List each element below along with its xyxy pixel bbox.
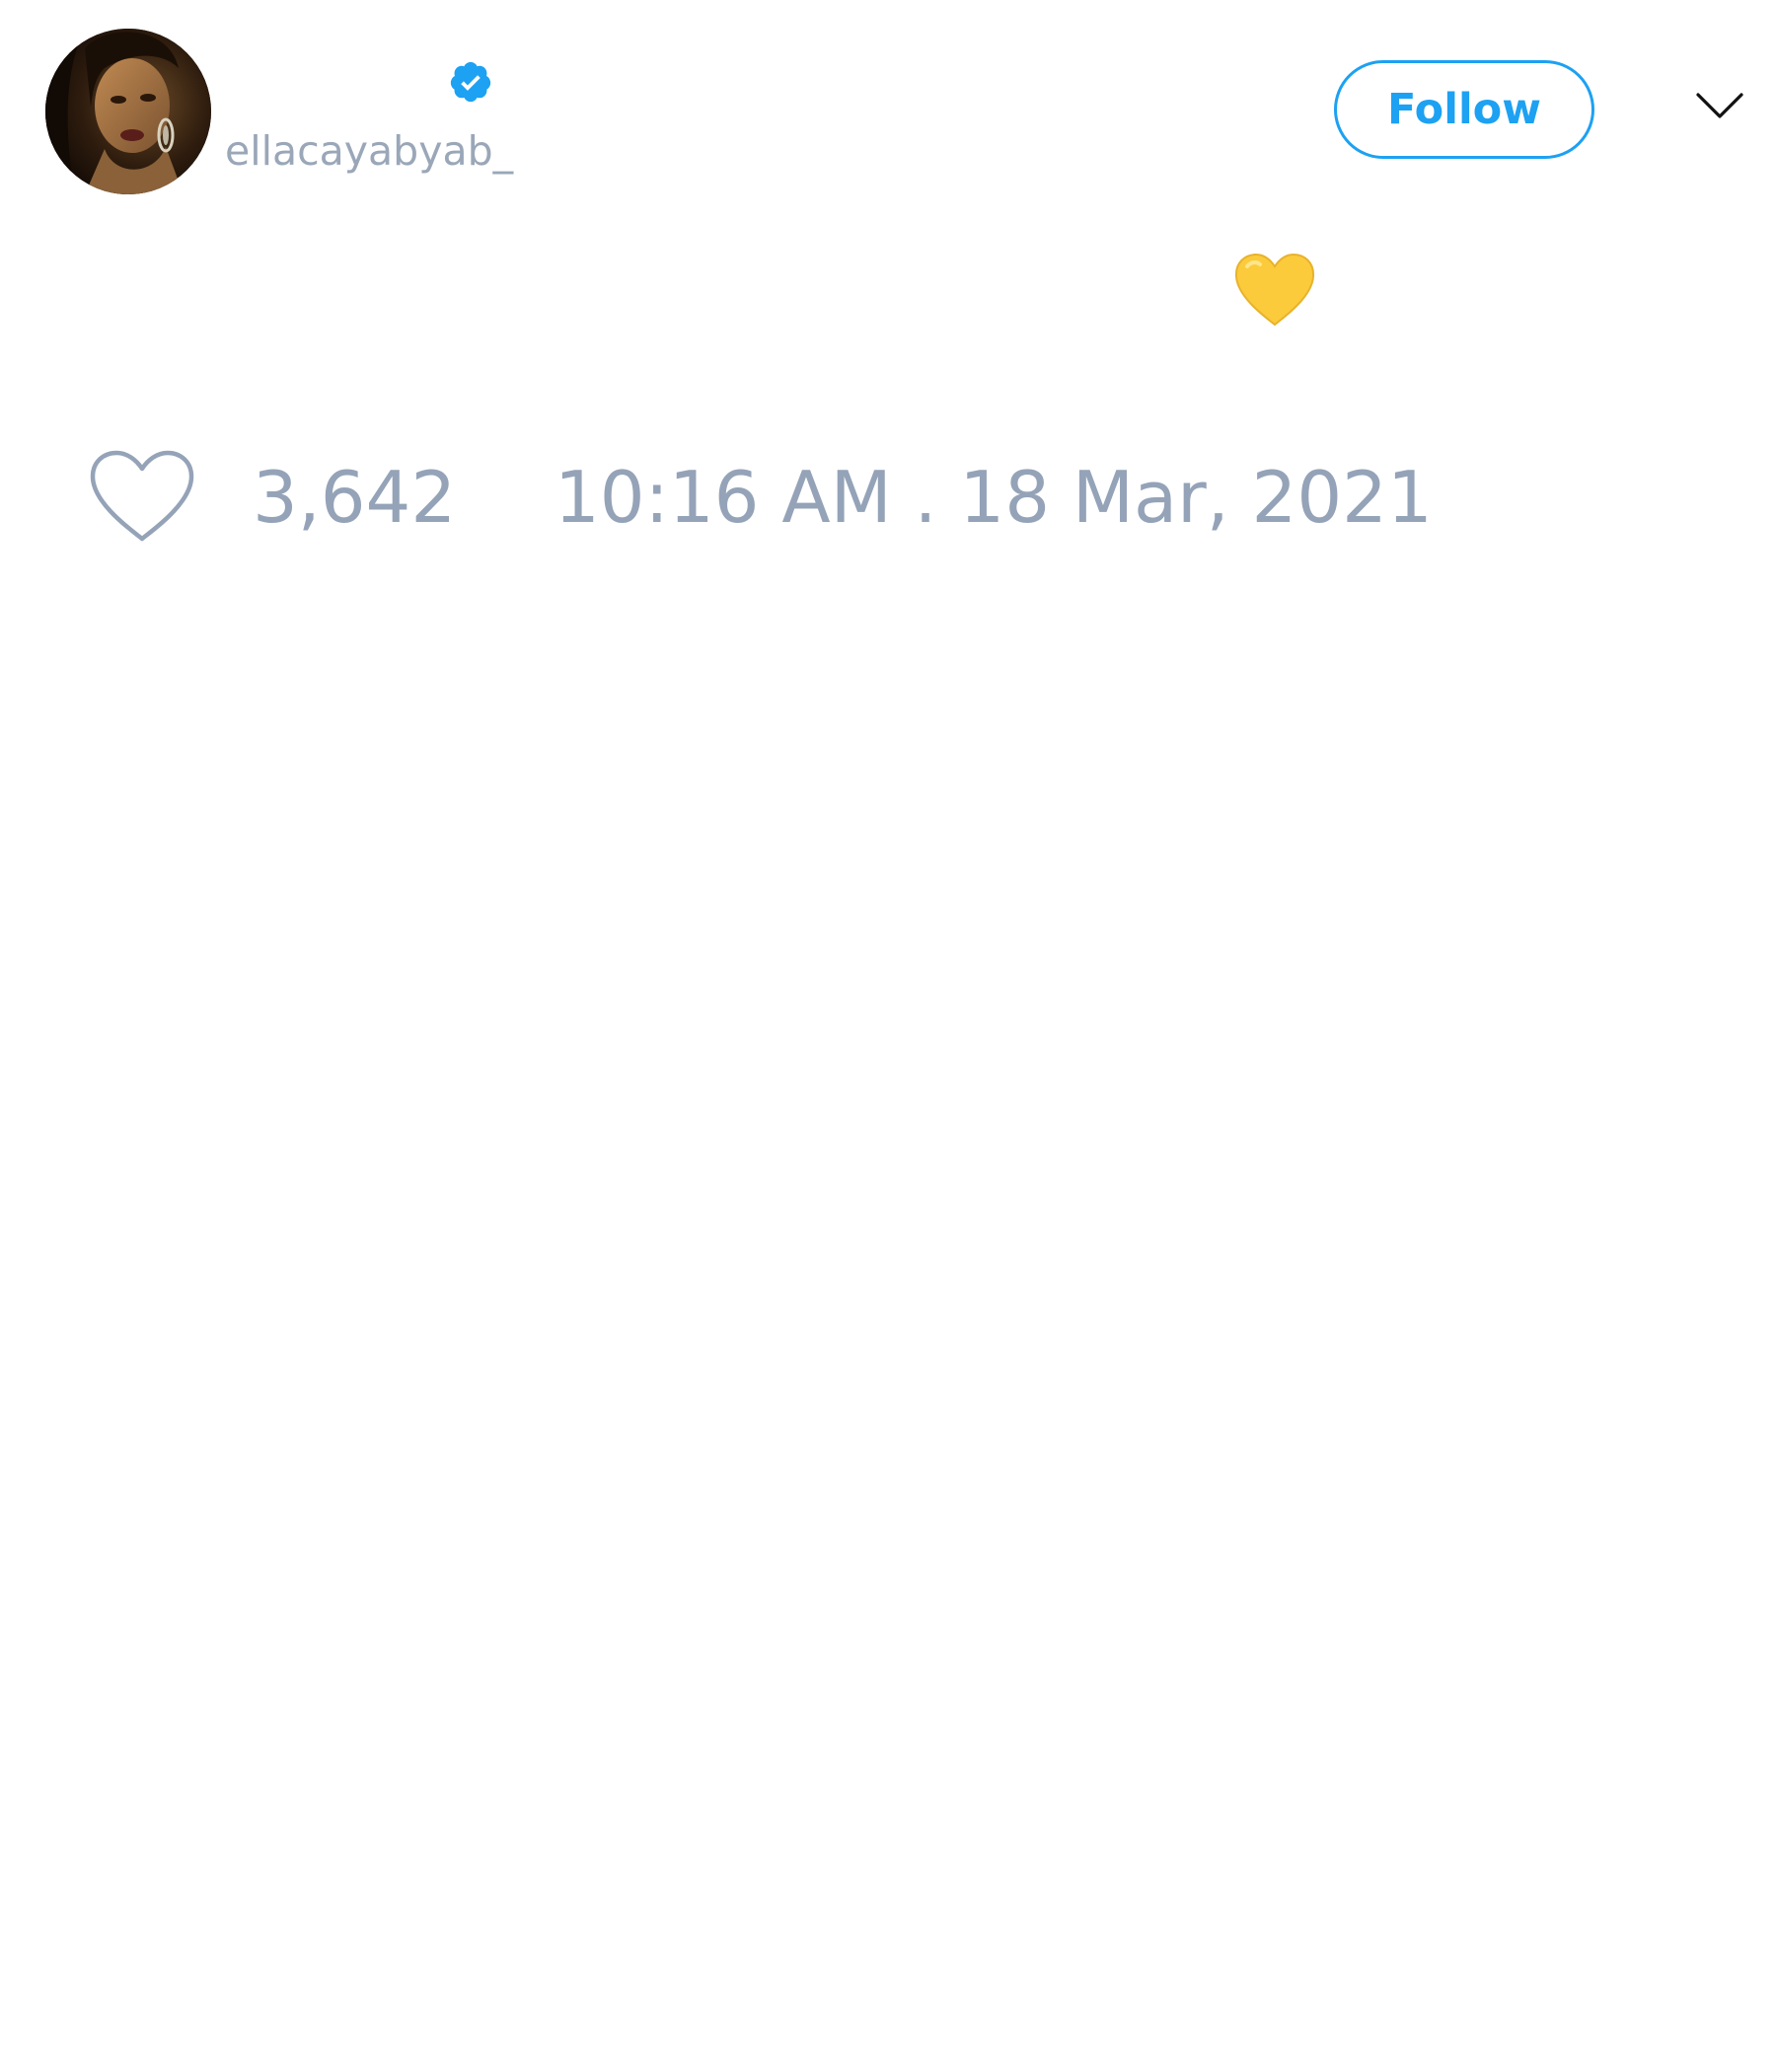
yellow-heart-emoji	[1234, 253, 1315, 327]
like-count: 3,642	[253, 456, 457, 539]
tweet-embed: ellacayabyab_ Follow 3,642 10:16 AM . 18…	[0, 0, 1776, 2072]
verified-badge-icon	[450, 61, 491, 103]
chevron-down-icon[interactable]	[1695, 91, 1744, 120]
heart-outline-icon[interactable]	[89, 449, 195, 544]
follow-button[interactable]: Follow	[1334, 60, 1594, 159]
avatar[interactable]	[45, 29, 211, 194]
user-handle[interactable]: ellacayabyab_	[225, 126, 513, 176]
tweet-timestamp[interactable]: 10:16 AM . 18 Mar, 2021	[555, 456, 1433, 539]
avatar-photo	[45, 29, 211, 194]
